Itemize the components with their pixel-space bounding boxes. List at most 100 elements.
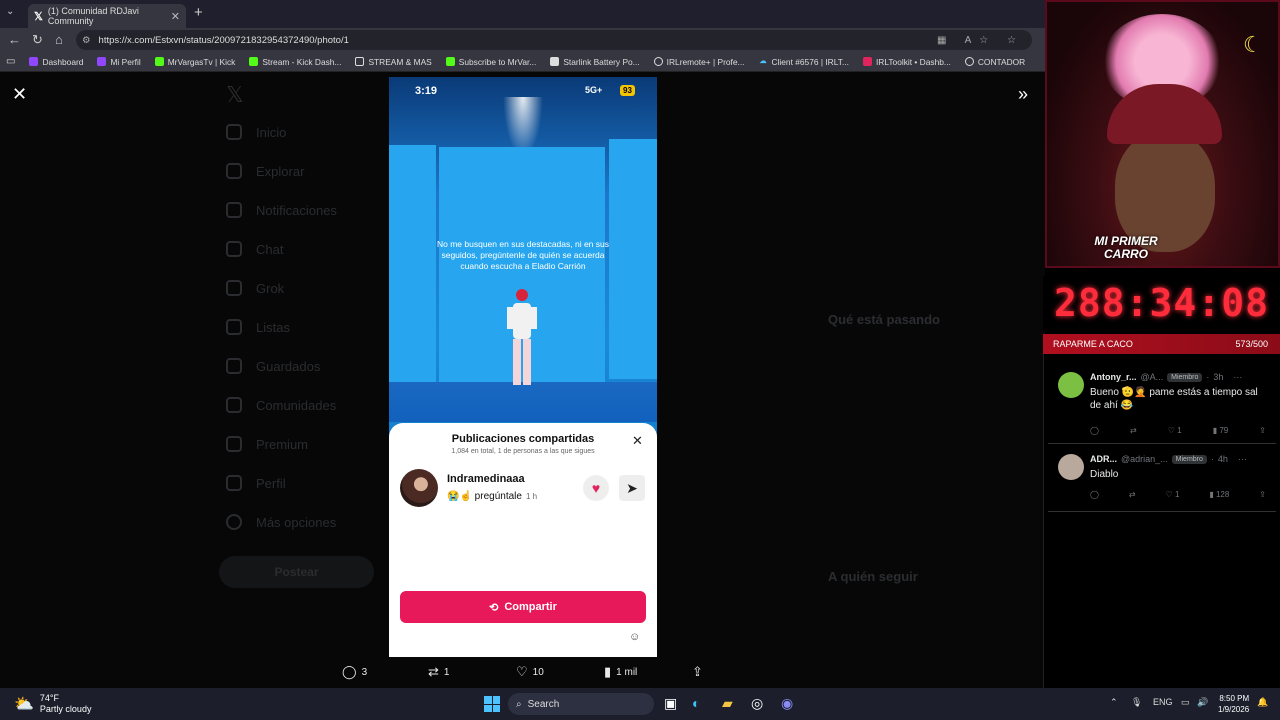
who-to-follow-header: A quién seguir [828, 569, 918, 584]
share-post-button[interactable]: ⇪ [692, 664, 703, 680]
heart-icon[interactable]: ♥ [583, 475, 609, 501]
bookmark-contador[interactable]: CONTADOR [964, 57, 1025, 67]
site-info-icon[interactable]: ⚙ [82, 35, 91, 46]
notification-icon[interactable]: 🔔 [1257, 697, 1268, 708]
like-button[interactable]: ♡ 1 [1166, 490, 1180, 499]
list-item[interactable]: ADR... @adrian_... Miembro · 4h ··· Diab… [1048, 446, 1276, 512]
nav-grok[interactable]: Grok [226, 280, 284, 296]
avatar[interactable] [1058, 372, 1084, 398]
car-sign: MI PRIMER CARRO [1071, 235, 1181, 261]
views-button[interactable]: ▮ 128 [1209, 490, 1229, 499]
share-icon[interactable]: ⇪ [1259, 426, 1266, 435]
microphone-icon[interactable]: 🎙 [1131, 697, 1142, 708]
reply-actions: ◯ ⇄ ♡ 1 ▮ 79 ⇪ [1090, 426, 1266, 435]
nav-comunidades[interactable]: Comunidades [226, 397, 336, 413]
list-item[interactable]: Antony_r... @A... Miembro · 3h ··· Bueno… [1048, 364, 1276, 444]
expand-sidebar-icon[interactable]: » [1018, 84, 1028, 105]
task-view-icon[interactable]: ▣ [664, 695, 677, 712]
tray-overflow-icon[interactable]: ⌃ [1110, 697, 1118, 708]
trending-header: Qué está pasando [828, 312, 940, 327]
reply-time: 3h [1213, 372, 1224, 382]
views-button[interactable]: ▮ 79 [1213, 426, 1229, 435]
nav-perfil[interactable]: Perfil [226, 475, 286, 491]
like-button[interactable]: ♡ 1 [1168, 426, 1182, 435]
nav-inicio[interactable]: Inicio [226, 124, 286, 140]
reply-icon[interactable]: ◯ [1090, 426, 1099, 435]
nav-chat[interactable]: Chat [226, 241, 283, 257]
sticker-icon[interactable]: ☺ [629, 631, 640, 643]
nav-premium[interactable]: Premium [226, 436, 308, 452]
clock-date: 1/9/2026 [1218, 705, 1250, 714]
url-field[interactable]: ⚙ https://x.com/Estxvn/status/2009721832… [76, 30, 1032, 50]
bookmark-irltoolkit[interactable]: IRLToolkit • Dashb... [862, 57, 951, 67]
bookmark-subscribe[interactable]: Subscribe to MrVar... [445, 57, 536, 67]
reply-text: 😭☝️ pregúntale [447, 491, 522, 502]
nav-mas-opciones[interactable]: Más opciones [226, 514, 336, 530]
more-icon[interactable]: ··· [1238, 454, 1247, 464]
avatar[interactable] [400, 469, 438, 507]
like-button[interactable]: ♡ 10 [516, 664, 544, 680]
nav-listas[interactable]: Listas [226, 319, 290, 335]
nav-explorar[interactable]: Explorar [226, 163, 304, 179]
close-media-icon[interactable]: ✕ [12, 84, 27, 105]
close-tab-icon[interactable]: ✕ [171, 10, 180, 23]
url-text: https://x.com/Estxvn/status/200972183295… [98, 34, 349, 46]
views-button[interactable]: ▮ 1 mil [604, 664, 637, 680]
nav-guardados[interactable]: Guardados [226, 358, 320, 374]
start-button[interactable] [484, 696, 500, 712]
reload-icon[interactable]: ↻ [32, 32, 43, 48]
reply-list: Antony_r... @A... Miembro · 3h ··· Bueno… [1043, 354, 1280, 688]
volume-icon[interactable]: 🔊 [1197, 697, 1208, 708]
bookmark-stream-mas[interactable]: STREAM & MAS [355, 57, 432, 67]
taskbar-search[interactable]: ⌕ Search [508, 693, 654, 715]
share-icon[interactable]: ⇪ [1259, 490, 1266, 499]
goal-progress: 573/500 [1235, 339, 1268, 349]
story-caption: No me busquen en sus destacadas, ni en s… [437, 239, 609, 271]
app-icon[interactable]: ◎ [751, 695, 763, 712]
weather-desc: Partly cloudy [39, 704, 92, 714]
reply-header: Antony_r... @A... Miembro · 3h ··· [1090, 372, 1243, 382]
bookmark-starlink[interactable]: Starlink Battery Po... [550, 57, 640, 67]
share-button[interactable]: ⟲ Compartir [400, 591, 646, 623]
sheet-close-icon[interactable]: ✕ [632, 433, 643, 449]
address-bar-actions[interactable]: ▦ A☆ ☆ [937, 35, 1024, 46]
bookmark-stream-kick-dash[interactable]: Stream - Kick Dash... [249, 57, 341, 67]
language-indicator[interactable]: ENG [1153, 697, 1173, 707]
reply-icon[interactable]: ◯ [1090, 490, 1099, 499]
post-button[interactable]: Postear [219, 556, 374, 588]
bookmark-irlremote[interactable]: IRLremote+ | Profe... [653, 57, 745, 67]
webcam-overlay: ☾ MI PRIMER CARRO [1045, 0, 1280, 268]
home-icon[interactable]: ⌂ [55, 32, 63, 47]
back-icon[interactable]: ← [8, 32, 21, 47]
bookmark-client[interactable]: ☁ Client #6576 | IRLT... [759, 57, 849, 67]
weather-temp: 74°F [39, 693, 60, 703]
file-explorer-icon[interactable]: ▰ [722, 695, 733, 712]
nav-notificaciones[interactable]: Notificaciones [226, 202, 337, 218]
taskbar-clock[interactable]: 8:50 PM 1/9/2026 [1218, 693, 1249, 715]
avatar[interactable] [1058, 454, 1084, 480]
apps-icon[interactable]: ▭ [6, 56, 15, 67]
browser-tab[interactable]: 𝕏 (1) Comunidad RDJavi Community ✕ [28, 4, 186, 28]
discord-icon[interactable]: ◉ [781, 695, 793, 712]
share-label: Compartir [504, 601, 557, 613]
shared-username[interactable]: Indramedinaaa [447, 473, 525, 485]
tab-list-icon[interactable]: ⌄ [6, 6, 14, 17]
weather-widget[interactable]: ⛅ 74°F Partly cloudy [14, 693, 91, 715]
edge-icon[interactable]: ◐ [692, 695, 700, 711]
new-tab-icon[interactable]: + [194, 4, 203, 21]
bookmark-dashboard[interactable]: Dashboard [29, 57, 83, 67]
repost-icon: ⟲ [489, 601, 499, 614]
repost-icon[interactable]: ⇄ [1130, 426, 1137, 435]
more-icon[interactable]: ··· [1233, 372, 1242, 382]
reply-time: 4h [1217, 454, 1228, 464]
search-icon: ⌕ [516, 698, 522, 710]
tweet-action-bar: ◯ 3 ⇄ 1 ♡ 10 ▮ 1 mil ⇪ [340, 664, 720, 682]
bookmark-mi-perfil[interactable]: Mi Perfil [97, 57, 141, 67]
send-icon[interactable]: ➤ [619, 475, 645, 501]
repost-icon[interactable]: ⇄ [1129, 490, 1136, 499]
sheet-title: Publicaciones compartidas [451, 433, 595, 445]
repost-button[interactable]: ⇄ 1 [428, 664, 449, 680]
network-icon[interactable]: ▭ [1181, 697, 1190, 708]
bookmark-mrvargastv-kick[interactable]: MrVargasTv | Kick [154, 57, 235, 67]
reply-button[interactable]: ◯ 3 [342, 664, 367, 680]
